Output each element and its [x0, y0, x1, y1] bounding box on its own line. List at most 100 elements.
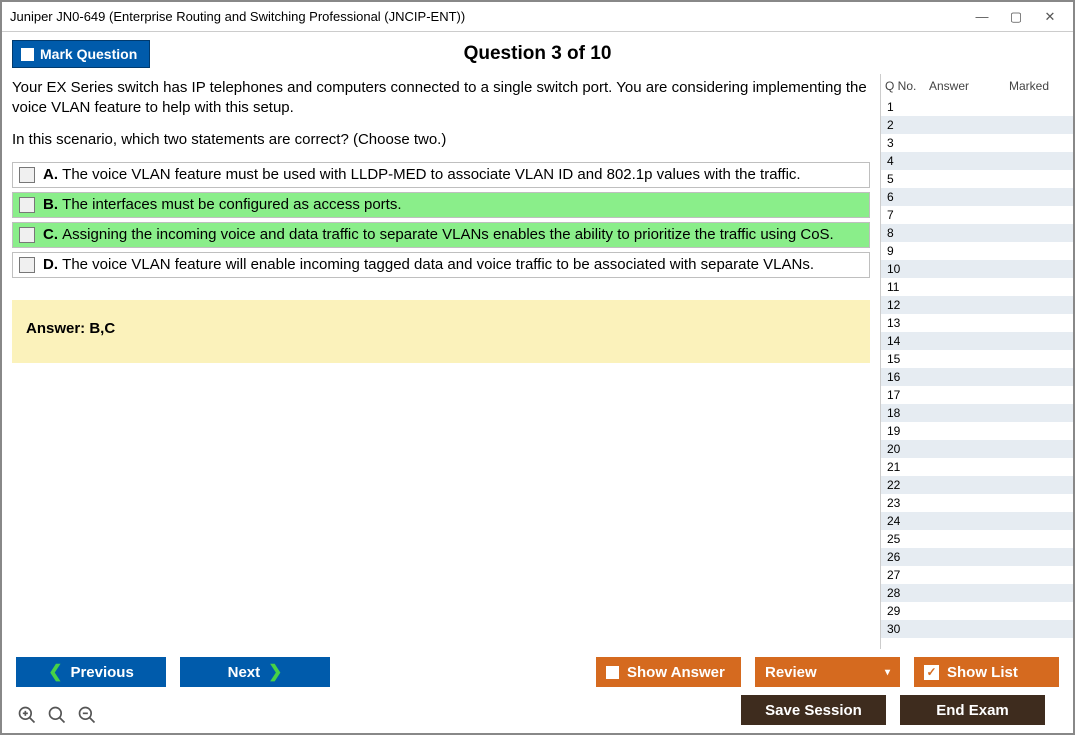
header-row: Mark Question Question 3 of 10: [2, 32, 1073, 74]
show-list-button[interactable]: ✓ Show List: [914, 657, 1059, 687]
question-row[interactable]: 18: [881, 404, 1073, 422]
zoom-out-icon[interactable]: [76, 704, 98, 726]
window-title: Juniper JN0-649 (Enterprise Routing and …: [10, 9, 965, 24]
option-text: C. Assigning the incoming voice and data…: [43, 226, 834, 243]
question-text: Your EX Series switch has IP telephones …: [12, 78, 870, 119]
question-row[interactable]: 25: [881, 530, 1073, 548]
question-row[interactable]: 17: [881, 386, 1073, 404]
question-number: 30: [887, 622, 917, 636]
review-label: Review: [765, 664, 817, 681]
question-row[interactable]: 19: [881, 422, 1073, 440]
option-D[interactable]: D. The voice VLAN feature will enable in…: [12, 252, 870, 278]
question-number: 20: [887, 442, 917, 456]
checkbox-icon: [21, 48, 34, 61]
question-row[interactable]: 14: [881, 332, 1073, 350]
question-row[interactable]: 23: [881, 494, 1073, 512]
question-number: 26: [887, 550, 917, 564]
titlebar: Juniper JN0-649 (Enterprise Routing and …: [2, 2, 1073, 32]
question-number: 6: [887, 190, 917, 204]
option-C[interactable]: C. Assigning the incoming voice and data…: [12, 222, 870, 248]
question-row[interactable]: 5: [881, 170, 1073, 188]
save-session-label: Save Session: [765, 702, 862, 719]
question-number: 14: [887, 334, 917, 348]
question-number: 13: [887, 316, 917, 330]
question-number: 25: [887, 532, 917, 546]
question-row[interactable]: 26: [881, 548, 1073, 566]
question-row[interactable]: 29: [881, 602, 1073, 620]
question-row[interactable]: 2: [881, 116, 1073, 134]
option-text: D. The voice VLAN feature will enable in…: [43, 256, 814, 273]
options-list: A. The voice VLAN feature must be used w…: [12, 162, 870, 278]
question-row[interactable]: 28: [881, 584, 1073, 602]
chevron-right-icon: ❯: [268, 662, 282, 682]
show-list-label: Show List: [947, 664, 1018, 681]
question-number: 11: [887, 280, 917, 294]
zoom-reset-icon[interactable]: [46, 704, 68, 726]
checkbox-icon[interactable]: [19, 227, 35, 243]
question-row[interactable]: 9: [881, 242, 1073, 260]
question-row[interactable]: 13: [881, 314, 1073, 332]
question-number: 16: [887, 370, 917, 384]
answer-box: Answer: B,C: [12, 300, 870, 363]
question-row[interactable]: 27: [881, 566, 1073, 584]
minimize-button[interactable]: —: [965, 5, 999, 29]
option-text: B. The interfaces must be configured as …: [43, 196, 402, 213]
question-row[interactable]: 12: [881, 296, 1073, 314]
question-row[interactable]: 30: [881, 620, 1073, 638]
checkbox-icon[interactable]: [19, 167, 35, 183]
review-button[interactable]: Review ▾: [755, 657, 900, 687]
question-number: 5: [887, 172, 917, 186]
dropdown-icon: ▾: [885, 667, 890, 678]
question-number: 15: [887, 352, 917, 366]
question-number: 18: [887, 406, 917, 420]
question-number: 17: [887, 388, 917, 402]
question-row[interactable]: 6: [881, 188, 1073, 206]
question-row[interactable]: 1: [881, 98, 1073, 116]
save-session-button[interactable]: Save Session: [741, 695, 886, 725]
question-row[interactable]: 10: [881, 260, 1073, 278]
option-text: A. The voice VLAN feature must be used w…: [43, 166, 801, 183]
previous-button[interactable]: ❮ Previous: [16, 657, 166, 687]
prev-label: Previous: [70, 664, 133, 681]
question-row[interactable]: 3: [881, 134, 1073, 152]
question-instruction: In this scenario, which two statements a…: [12, 131, 870, 148]
next-button[interactable]: Next ❯: [180, 657, 330, 687]
answer-label: Answer: B,C: [26, 320, 115, 337]
mark-question-button[interactable]: Mark Question: [12, 40, 150, 68]
col-marked: Marked: [1009, 79, 1069, 93]
zoom-in-icon[interactable]: [16, 704, 38, 726]
mark-label: Mark Question: [40, 46, 137, 62]
option-B[interactable]: B. The interfaces must be configured as …: [12, 192, 870, 218]
question-row[interactable]: 8: [881, 224, 1073, 242]
end-exam-button[interactable]: End Exam: [900, 695, 1045, 725]
maximize-button[interactable]: ▢: [999, 5, 1033, 29]
question-list-panel: Q No. Answer Marked 12345678910111213141…: [880, 74, 1073, 649]
checkbox-icon: [606, 666, 619, 679]
question-number: 7: [887, 208, 917, 222]
option-A[interactable]: A. The voice VLAN feature must be used w…: [12, 162, 870, 188]
checkbox-icon[interactable]: [19, 257, 35, 273]
question-rows[interactable]: 1234567891011121314151617181920212223242…: [881, 98, 1073, 649]
question-number: 28: [887, 586, 917, 600]
chevron-left-icon: ❮: [48, 662, 62, 682]
question-row[interactable]: 16: [881, 368, 1073, 386]
question-row[interactable]: 24: [881, 512, 1073, 530]
question-number: 24: [887, 514, 917, 528]
question-number: 9: [887, 244, 917, 258]
question-number: 2: [887, 118, 917, 132]
question-row[interactable]: 4: [881, 152, 1073, 170]
question-row[interactable]: 22: [881, 476, 1073, 494]
show-answer-button[interactable]: Show Answer: [596, 657, 741, 687]
close-button[interactable]: ✕: [1033, 5, 1067, 29]
question-number: 3: [887, 136, 917, 150]
question-number: 22: [887, 478, 917, 492]
question-row[interactable]: 20: [881, 440, 1073, 458]
question-row[interactable]: 15: [881, 350, 1073, 368]
question-position: Question 3 of 10: [2, 43, 1073, 65]
question-number: 21: [887, 460, 917, 474]
question-row[interactable]: 11: [881, 278, 1073, 296]
checkbox-icon[interactable]: [19, 197, 35, 213]
question-row[interactable]: 7: [881, 206, 1073, 224]
show-answer-label: Show Answer: [627, 664, 725, 681]
question-row[interactable]: 21: [881, 458, 1073, 476]
